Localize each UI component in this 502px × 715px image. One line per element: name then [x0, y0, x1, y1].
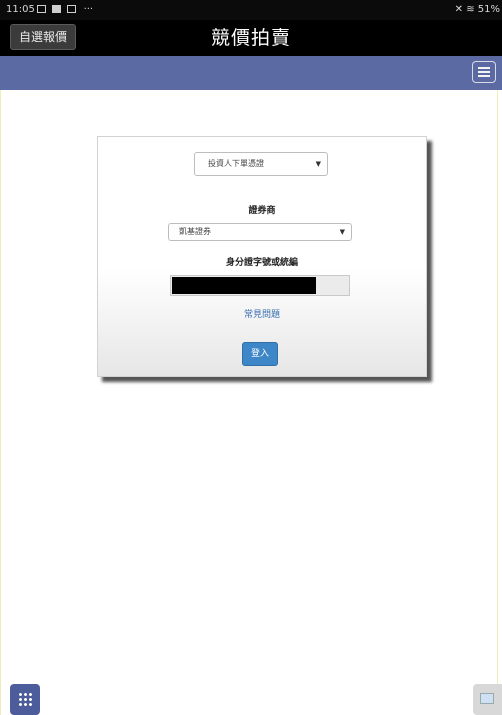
- broker-label: 證券商: [248, 206, 276, 216]
- login-button[interactable]: 登入: [242, 342, 278, 366]
- mail-icon: [67, 5, 77, 13]
- status-bar: 11:05 ··· ✕ ≋ 51%: [0, 0, 502, 20]
- app-title-bar: 自選報價 競價拍賣: [0, 20, 502, 56]
- faq-link[interactable]: 常見問題: [98, 307, 426, 320]
- id-label: 身分證字號或統編: [225, 258, 298, 268]
- status-time: 11:05: [6, 4, 35, 15]
- page-title: 競價拍賣: [210, 27, 291, 49]
- image-icon: [37, 5, 46, 13]
- redacted-id-value: [172, 277, 316, 294]
- wifi-icon: ✕ ≋: [454, 4, 475, 15]
- broker-select[interactable]: 凱基證券 ▼: [168, 223, 352, 241]
- status-notification-icons: ···: [34, 0, 93, 20]
- broker-select-value: 凱基證券: [179, 227, 211, 236]
- app-icon: [52, 5, 62, 13]
- hamburger-menu-icon[interactable]: [472, 61, 496, 83]
- login-card: 投資人下單憑證 ▼ 證券商 凱基證券 ▼ 身分證字號或統編 常見問題 登入: [97, 136, 427, 377]
- screen-toggle-button[interactable]: [473, 684, 502, 715]
- chevron-down-icon: ▼: [315, 160, 321, 168]
- status-right: ✕ ≋ 51%: [455, 0, 500, 20]
- role-select[interactable]: 投資人下單憑證 ▼: [194, 152, 328, 176]
- battery-level: 51%: [477, 4, 500, 15]
- chevron-down-icon: ▼: [339, 228, 345, 236]
- grid-menu-button[interactable]: [10, 684, 40, 715]
- overflow-dots: ···: [83, 4, 94, 15]
- role-select-value: 投資人下單憑證: [208, 159, 264, 168]
- id-number-input[interactable]: [170, 275, 350, 296]
- screen-icon: [480, 693, 494, 704]
- nav-bar: [0, 56, 502, 90]
- grid-icon: [18, 692, 32, 706]
